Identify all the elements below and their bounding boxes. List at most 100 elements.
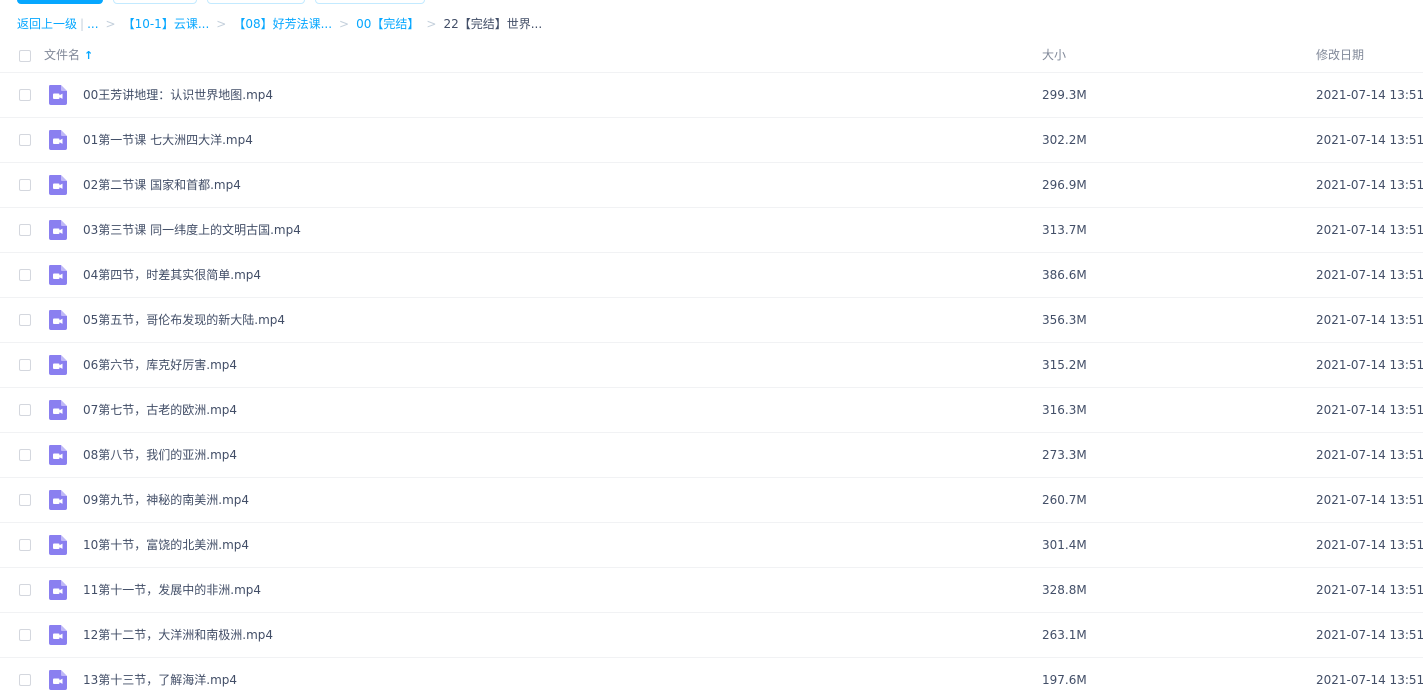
row-checkbox[interactable] [19, 89, 31, 101]
file-size: 328.8M [1042, 583, 1087, 597]
row-checkbox[interactable] [19, 674, 31, 686]
back-link[interactable]: 返回上一级 [17, 14, 77, 34]
video-file-icon [47, 624, 69, 646]
breadcrumb-separator: > [105, 17, 116, 31]
file-date: 2021-07-14 13:51 [1316, 88, 1423, 102]
file-size: 260.7M [1042, 493, 1087, 507]
file-size: 386.6M [1042, 268, 1087, 282]
file-date: 2021-07-14 13:51 [1316, 448, 1423, 462]
size-column-header[interactable]: 大小 [1042, 47, 1066, 63]
breadcrumb-separator: > [216, 17, 227, 31]
file-name[interactable]: 09第九节，神秘的南美洲.mp4 [83, 492, 249, 508]
row-checkbox[interactable] [19, 629, 31, 641]
file-row[interactable]: 07第七节，古老的欧洲.mp4 316.3M 2021-07-14 13:51 [0, 388, 1423, 433]
upload-button[interactable] [17, 0, 103, 4]
file-date: 2021-07-14 13:51 [1316, 178, 1423, 192]
file-name[interactable]: 08第八节，我们的亚洲.mp4 [83, 447, 237, 463]
row-checkbox[interactable] [19, 494, 31, 506]
breadcrumb-item[interactable]: 【08】好芳法课... [233, 14, 332, 34]
file-size: 299.3M [1042, 88, 1087, 102]
file-name[interactable]: 04第四节，时差其实很简单.mp4 [83, 267, 261, 283]
file-date: 2021-07-14 13:51 [1316, 268, 1423, 282]
breadcrumb: 返回上一级 | ... > 【10-1】云课... > 【08】好芳法课... … [17, 14, 542, 34]
select-all-checkbox[interactable] [19, 50, 31, 62]
file-row[interactable]: 06第六节，库克好厉害.mp4 315.2M 2021-07-14 13:51 [0, 343, 1423, 388]
row-checkbox[interactable] [19, 179, 31, 191]
video-file-icon [47, 174, 69, 196]
file-row[interactable]: 04第四节，时差其实很简单.mp4 386.6M 2021-07-14 13:5… [0, 253, 1423, 298]
file-name[interactable]: 05第五节，哥伦布发现的新大陆.mp4 [83, 312, 285, 328]
toolbar-button[interactable] [113, 0, 197, 4]
toolbar-button[interactable] [315, 0, 425, 4]
row-checkbox[interactable] [19, 404, 31, 416]
file-size: 296.9M [1042, 178, 1087, 192]
file-date: 2021-07-14 13:51 [1316, 493, 1423, 507]
row-checkbox[interactable] [19, 224, 31, 236]
file-name[interactable]: 10第十节，富饶的北美洲.mp4 [83, 537, 249, 553]
breadcrumb-item[interactable]: 【10-1】云课... [123, 14, 210, 34]
video-file-icon [47, 399, 69, 421]
file-row[interactable]: 05第五节，哥伦布发现的新大陆.mp4 356.3M 2021-07-14 13… [0, 298, 1423, 343]
file-name[interactable]: 02第二节课 国家和首都.mp4 [83, 177, 241, 193]
file-row[interactable]: 10第十节，富饶的北美洲.mp4 301.4M 2021-07-14 13:51 [0, 523, 1423, 568]
video-file-icon [47, 84, 69, 106]
file-name[interactable]: 07第七节，古老的欧洲.mp4 [83, 402, 237, 418]
breadcrumb-ellipsis[interactable]: ... [87, 14, 98, 34]
date-column-header[interactable]: 修改日期 [1316, 47, 1364, 63]
file-date: 2021-07-14 13:51 [1316, 583, 1423, 597]
file-size: 263.1M [1042, 628, 1087, 642]
file-date: 2021-07-14 13:51 [1316, 133, 1423, 147]
file-name[interactable]: 12第十二节，大洋洲和南极洲.mp4 [83, 627, 273, 643]
file-size: 315.2M [1042, 358, 1087, 372]
video-file-icon [47, 309, 69, 331]
file-date: 2021-07-14 13:51 [1316, 673, 1423, 687]
file-row[interactable]: 13第十三节，了解海洋.mp4 197.6M 2021-07-14 13:51 [0, 658, 1423, 691]
toolbar-button[interactable] [207, 0, 305, 4]
name-column-label: 文件名 [44, 48, 81, 62]
file-name[interactable]: 01第一节课 七大洲四大洋.mp4 [83, 132, 253, 148]
file-row[interactable]: 08第八节，我们的亚洲.mp4 273.3M 2021-07-14 13:51 [0, 433, 1423, 478]
file-row[interactable]: 00王芳讲地理：认识世界地图.mp4 299.3M 2021-07-14 13:… [0, 73, 1423, 118]
file-name[interactable]: 00王芳讲地理：认识世界地图.mp4 [83, 87, 273, 103]
file-date: 2021-07-14 13:51 [1316, 358, 1423, 372]
file-size: 313.7M [1042, 223, 1087, 237]
file-size: 273.3M [1042, 448, 1087, 462]
sort-arrow-icon: ↑ [84, 49, 94, 62]
row-checkbox[interactable] [19, 134, 31, 146]
breadcrumb-current: 22【完结】世界... [443, 17, 543, 31]
file-date: 2021-07-14 13:51 [1316, 538, 1423, 552]
file-row[interactable]: 12第十二节，大洋洲和南极洲.mp4 263.1M 2021-07-14 13:… [0, 613, 1423, 658]
file-list-header: 文件名 ↑ 大小 修改日期 [0, 40, 1423, 73]
file-row[interactable]: 01第一节课 七大洲四大洋.mp4 302.2M 2021-07-14 13:5… [0, 118, 1423, 163]
row-checkbox[interactable] [19, 584, 31, 596]
breadcrumb-separator: > [426, 17, 437, 31]
file-row[interactable]: 11第十一节，发展中的非洲.mp4 328.8M 2021-07-14 13:5… [0, 568, 1423, 613]
row-checkbox[interactable] [19, 314, 31, 326]
video-file-icon [47, 219, 69, 241]
video-file-icon [47, 264, 69, 286]
row-checkbox[interactable] [19, 269, 31, 281]
row-checkbox[interactable] [19, 449, 31, 461]
row-checkbox[interactable] [19, 359, 31, 371]
file-name[interactable]: 03第三节课 同一纬度上的文明古国.mp4 [83, 222, 301, 238]
file-name[interactable]: 13第十三节，了解海洋.mp4 [83, 672, 237, 688]
file-date: 2021-07-14 13:51 [1316, 223, 1423, 237]
video-file-icon [47, 534, 69, 556]
breadcrumb-separator: > [339, 17, 350, 31]
file-name[interactable]: 11第十一节，发展中的非洲.mp4 [83, 582, 261, 598]
file-date: 2021-07-14 13:51 [1316, 313, 1423, 327]
row-checkbox[interactable] [19, 539, 31, 551]
video-file-icon [47, 489, 69, 511]
file-list: 00王芳讲地理：认识世界地图.mp4 299.3M 2021-07-14 13:… [0, 73, 1423, 691]
file-size: 302.2M [1042, 133, 1087, 147]
file-browser-page: 返回上一级 | ... > 【10-1】云课... > 【08】好芳法课... … [0, 0, 1423, 691]
file-name[interactable]: 06第六节，库克好厉害.mp4 [83, 357, 237, 373]
file-row[interactable]: 03第三节课 同一纬度上的文明古国.mp4 313.7M 2021-07-14 … [0, 208, 1423, 253]
file-size: 197.6M [1042, 673, 1087, 687]
file-size: 316.3M [1042, 403, 1087, 417]
name-column-header[interactable]: 文件名 ↑ [44, 47, 93, 64]
file-row[interactable]: 09第九节，神秘的南美洲.mp4 260.7M 2021-07-14 13:51 [0, 478, 1423, 523]
breadcrumb-item[interactable]: 00【完结】 [356, 14, 419, 34]
file-row[interactable]: 02第二节课 国家和首都.mp4 296.9M 2021-07-14 13:51 [0, 163, 1423, 208]
toolbar-cut-off [0, 0, 1423, 4]
